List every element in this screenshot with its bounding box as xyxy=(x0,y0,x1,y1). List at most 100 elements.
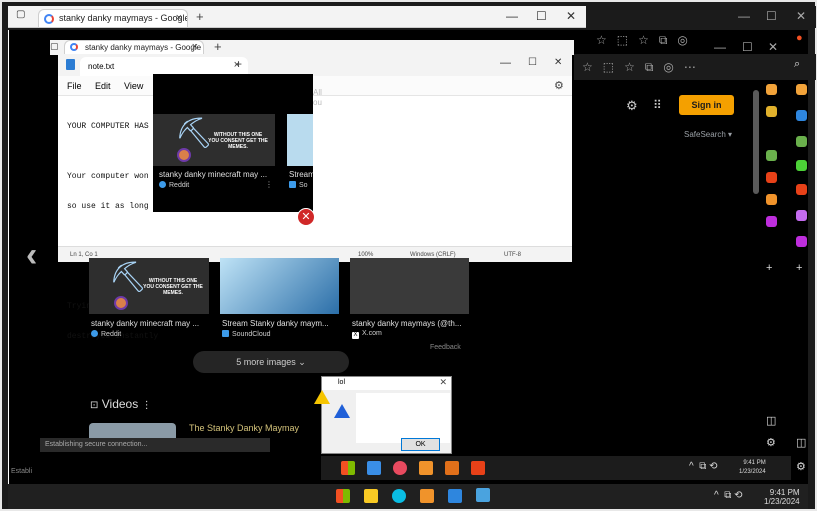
edge-copilot-icon[interactable]: ● xyxy=(796,32,803,44)
scrollbar-thumb[interactable] xyxy=(753,90,759,194)
file-explorer-icon[interactable] xyxy=(367,461,381,475)
new-tab-button[interactable]: + xyxy=(235,57,242,71)
clock-outer[interactable]: 9:41 PM 1/23/2024 xyxy=(764,488,800,506)
sidebar-layout-icon[interactable]: ◫ xyxy=(796,436,806,449)
store-icon[interactable] xyxy=(419,461,433,475)
window-menu-icon[interactable]: ▢ xyxy=(50,41,59,52)
toolbar-icons-row-mid: ☆ ⬚ ☆ ⧉ ◎ ⋯ xyxy=(582,60,696,74)
clock-inner[interactable]: 9:41 PM 1/23/2024 xyxy=(739,459,766,477)
result-title[interactable]: Stream xyxy=(289,170,313,179)
tray-icons[interactable]: ^ ⧉ ⟲ xyxy=(714,491,743,501)
tools-icon[interactable] xyxy=(796,110,807,121)
outlook-icon[interactable] xyxy=(766,172,777,183)
mid-browser-tabstrip: ▢ stanky danky maymays - Google × + xyxy=(50,39,574,55)
add-sidebar-app-icon[interactable]: + xyxy=(766,262,772,274)
mid-browser-toolbar: ☆ ⬚ ☆ ⧉ ◎ ⋯ xyxy=(574,54,816,80)
office-icon[interactable] xyxy=(796,160,807,171)
notepad-app-icon xyxy=(66,59,75,70)
image-thumb[interactable] xyxy=(287,114,313,166)
result-source: So xyxy=(289,181,308,189)
extension-icon[interactable] xyxy=(796,236,807,247)
start-icon[interactable] xyxy=(336,489,350,503)
previous-arrow-icon[interactable]: ‹ xyxy=(26,236,37,275)
outlook-icon[interactable] xyxy=(796,184,807,195)
notepad-taskbar-icon[interactable] xyxy=(471,461,485,475)
shopping-icon[interactable] xyxy=(796,84,807,95)
close-tab-icon[interactable]: × xyxy=(192,41,198,53)
image-thumb[interactable]: ⛏ WITHOUT THIS ONE YOU CONSENT GET THE M… xyxy=(153,114,275,166)
image-thumb[interactable] xyxy=(350,258,469,314)
more-options-icon[interactable]: ⋮ xyxy=(142,400,152,411)
image-thumb[interactable]: ⛏ WITHOUT THIS ONE YOU CONSENT GET THE M… xyxy=(89,258,209,314)
store-icon[interactable] xyxy=(420,489,434,503)
more-options-icon[interactable]: ⋮ xyxy=(265,180,273,189)
sidebar-layout-icon[interactable]: ◫ xyxy=(766,414,776,427)
filter-fragment: ou xyxy=(313,98,322,107)
google-favicon-icon xyxy=(44,14,54,24)
start-icon[interactable] xyxy=(341,461,355,475)
menu-edit[interactable]: Edit xyxy=(95,81,111,91)
new-tab-button[interactable]: + xyxy=(196,9,204,24)
result-title[interactable]: stanky danky maymays (@th... xyxy=(352,319,470,328)
minimize-button[interactable]: — xyxy=(714,40,726,54)
shopping-icon[interactable] xyxy=(766,84,777,95)
maximize-button[interactable]: ☐ xyxy=(766,9,777,23)
settings-gear-icon[interactable]: ⚙ xyxy=(766,436,776,449)
mid-browser-tab[interactable]: stanky danky maymays - Google × xyxy=(64,40,204,55)
minimize-button[interactable]: — xyxy=(500,57,511,69)
edge-icon[interactable] xyxy=(392,489,406,503)
app-icon[interactable] xyxy=(445,461,459,475)
file-explorer-icon[interactable] xyxy=(364,489,378,503)
settings-gear-icon[interactable]: ⚙ xyxy=(796,460,806,473)
tools-icon[interactable] xyxy=(766,106,777,117)
games-icon[interactable] xyxy=(796,136,807,147)
search-icon[interactable]: ⌕ xyxy=(794,58,800,71)
close-window-button[interactable]: ✕ xyxy=(768,40,778,54)
result-title[interactable]: Stream Stanky danky maym... xyxy=(222,319,340,328)
safesearch-toggle[interactable]: SafeSearch ▾ xyxy=(684,130,732,139)
all-filter-fragment[interactable]: All xyxy=(313,88,322,97)
edge-icon[interactable] xyxy=(393,461,407,475)
minimize-button[interactable]: — xyxy=(738,9,750,23)
apps-grid-icon[interactable]: ⠿ xyxy=(653,98,662,112)
result-source: Reddit xyxy=(159,181,189,189)
menu-file[interactable]: File xyxy=(67,81,82,91)
new-tab-button[interactable]: + xyxy=(214,39,222,54)
maximize-button[interactable]: ☐ xyxy=(742,40,753,54)
result-source-label: SoundCloud xyxy=(232,331,271,338)
menu-view[interactable]: View xyxy=(124,81,143,91)
sign-in-button[interactable]: Sign in xyxy=(679,95,734,115)
close-window-button[interactable]: ✕ xyxy=(796,9,806,23)
notepad-taskbar-icon[interactable] xyxy=(476,488,490,502)
close-window-button[interactable]: ✕ xyxy=(554,57,562,68)
taskbar-outer: ^ ⧉ ⟲ 9:41 PM 1/23/2024 xyxy=(8,484,808,509)
dialog-close-icon[interactable]: ✕ xyxy=(439,377,447,388)
result-title[interactable]: stanky danky minecraft may ... xyxy=(91,319,209,328)
designer-icon[interactable] xyxy=(796,210,807,221)
feedback-link[interactable]: Feedback xyxy=(430,344,461,351)
minimize-button[interactable]: — xyxy=(506,9,518,23)
more-images-button[interactable]: 5 more images ⌄ xyxy=(193,351,349,373)
close-popup-icon[interactable]: ✕ xyxy=(297,208,315,226)
maximize-button[interactable]: ☐ xyxy=(536,9,547,23)
back-browser-tab[interactable]: stanky danky maymays - Google × xyxy=(38,9,188,27)
settings-gear-icon[interactable]: ⚙ xyxy=(626,98,638,114)
add-sidebar-app-icon[interactable]: + xyxy=(796,262,802,274)
reddit-icon xyxy=(159,181,166,188)
office-icon[interactable] xyxy=(766,194,777,205)
notepad-settings-icon[interactable]: ⚙ xyxy=(554,79,564,92)
maximize-button[interactable]: ☐ xyxy=(528,57,537,68)
games-icon[interactable] xyxy=(766,150,777,161)
videos-label: Videos xyxy=(101,397,139,411)
image-thumb[interactable] xyxy=(220,258,339,314)
extension-icon[interactable] xyxy=(766,216,777,227)
result-title[interactable]: stanky danky minecraft may ... xyxy=(159,170,269,179)
app-icon[interactable] xyxy=(448,489,462,503)
close-tab-icon[interactable]: × xyxy=(176,12,182,24)
window-menu-icon[interactable]: ▢ xyxy=(16,9,25,20)
tray-icons[interactable]: ^ ⧉ ⟲ xyxy=(689,462,718,472)
close-window-button[interactable]: ✕ xyxy=(566,9,576,23)
video-title[interactable]: The Stanky Danky Maymay xyxy=(189,423,299,433)
dialog-ok-button[interactable]: OK xyxy=(401,438,440,451)
result-source-label: Reddit xyxy=(169,182,190,189)
